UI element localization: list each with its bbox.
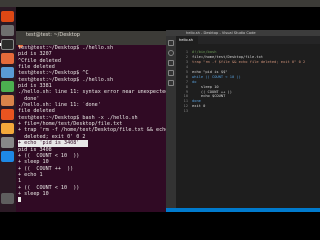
software-center-icon[interactable] [1, 109, 14, 120]
terminal-line: + echo 'pid is 3408' [18, 140, 88, 147]
terminal-icon[interactable] [1, 39, 14, 50]
terminal-line: + trap 'rm -f /home/test/Desktop/file.tx… [18, 127, 166, 134]
extensions-icon[interactable] [168, 80, 174, 86]
source-control-icon[interactable] [168, 60, 174, 66]
impress-icon[interactable] [1, 95, 14, 106]
terminal-title: test@test: ~/Desktop [26, 32, 80, 38]
desktop-screen: test@test: ~/Desktop test@test:~/Desktop… [0, 0, 320, 240]
code-area[interactable]: #!/bin/bash file=/home/test/Desktop/file.… [192, 50, 320, 114]
code-line: trap "rm -f $file && echo file deleted; … [192, 59, 306, 64]
terminal-titlebar[interactable]: test@test: ~/Desktop [16, 31, 166, 48]
terminal-line: ./hello.sh: line 11: syntax error near u… [18, 89, 166, 96]
terminal-line [18, 197, 166, 203]
top-panel [0, 0, 320, 7]
settings-icon[interactable] [1, 137, 14, 148]
vscode-icon[interactable] [1, 151, 14, 162]
search-icon[interactable] [168, 50, 174, 56]
line-number: 13 [183, 109, 188, 114]
activity-bar [166, 36, 176, 208]
calc-icon[interactable] [1, 81, 14, 92]
firefox-icon[interactable] [1, 53, 14, 64]
terminal-output[interactable]: test@test:~/Desktop$ ./hello.sh pid is 32… [18, 45, 166, 204]
explorer-icon[interactable] [168, 40, 174, 46]
debug-icon[interactable] [168, 70, 174, 76]
dash-icon[interactable] [1, 11, 14, 22]
files-icon[interactable] [1, 25, 14, 36]
line-number-gutter: 1 2 3 4 5 6 7 8 9 10 11 12 13 [176, 50, 190, 114]
terminal-cursor [18, 197, 21, 203]
writer-icon[interactable] [1, 67, 14, 78]
launcher [0, 7, 16, 212]
editor-tabs: hello.sh [176, 36, 320, 44]
amazon-icon[interactable] [1, 123, 14, 134]
tab-hello-sh[interactable]: hello.sh [176, 36, 198, 44]
letterbox-bar [0, 212, 320, 240]
trash-icon[interactable] [1, 193, 14, 204]
